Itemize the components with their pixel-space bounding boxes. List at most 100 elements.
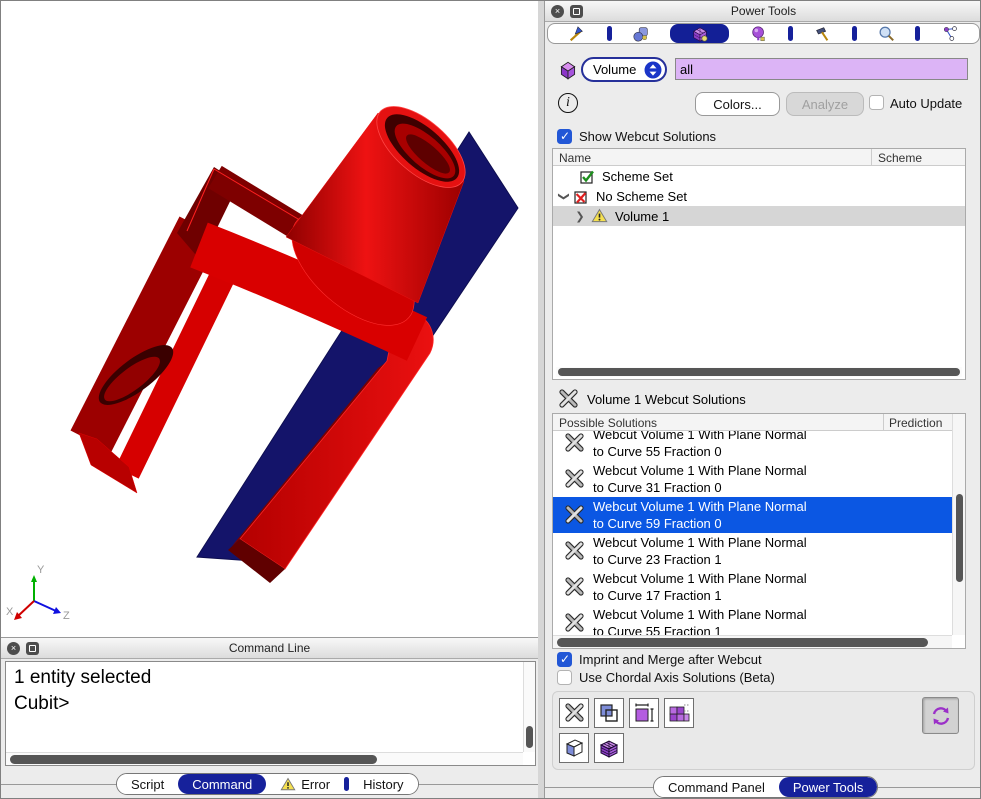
- tab-geometry-wizard[interactable]: [548, 24, 607, 43]
- tree-horizontal-scrollbar[interactable]: [556, 367, 962, 377]
- chordal-axis-label: Use Chordal Axis Solutions (Beta): [579, 670, 775, 685]
- command-line-panel: × Command Line 1 entity selected Cubit> …: [1, 638, 538, 799]
- tab-script[interactable]: Script: [117, 774, 178, 794]
- tab-meshing-tools[interactable]: [670, 24, 729, 43]
- node-graph-icon: [940, 25, 960, 43]
- command-output-line: 1 entity selected: [14, 665, 527, 691]
- warning-icon: [280, 777, 296, 792]
- webcut-solutions-list[interactable]: Possible Solutions Prediction Webcut Vol…: [552, 413, 966, 649]
- cube-face-button[interactable]: [559, 733, 589, 763]
- dropdown-arrows-icon: [644, 61, 662, 79]
- left-column: Y Z X × Command Line 1 entity selected C…: [1, 1, 538, 799]
- imprint-merge-label: Imprint and Merge after Webcut: [579, 652, 762, 667]
- webcut-scissors-icon: [563, 432, 585, 454]
- webcut-scissors-icon: [563, 504, 585, 526]
- show-webcut-checkbox[interactable]: [557, 129, 572, 144]
- no-scheme-cross-icon: [573, 188, 590, 205]
- tab-search-tools[interactable]: [857, 24, 916, 43]
- info-icon[interactable]: i: [558, 93, 578, 113]
- power-tools-tabbar: [547, 23, 980, 44]
- colors-button[interactable]: Colors...: [695, 92, 780, 116]
- show-webcut-row: Show Webcut Solutions: [557, 129, 716, 144]
- tab-error[interactable]: Error: [266, 774, 344, 794]
- solutions-header-row: Volume 1 Webcut Solutions: [557, 388, 746, 410]
- power-tools-titlebar: × Power Tools: [545, 1, 981, 22]
- tree-row-volume-1[interactable]: ❯ Volume 1: [553, 206, 965, 226]
- volume-cube-icon: [557, 59, 579, 81]
- measure-square-icon: [633, 702, 655, 724]
- mesh-cube-icon: [690, 25, 710, 43]
- solution-row[interactable]: Webcut Volume 1 With Plane Normalto Curv…: [553, 431, 952, 461]
- entity-type-dropdown[interactable]: Volume: [581, 57, 667, 82]
- solution-row[interactable]: Webcut Volume 1 With Plane Normalto Curv…: [553, 533, 952, 569]
- voxel-mesh-button[interactable]: [594, 733, 624, 763]
- imprint-merge-row: Imprint and Merge after Webcut: [557, 652, 762, 667]
- solutions-horizontal-scrollbar[interactable]: [553, 635, 952, 648]
- panel-divider[interactable]: [538, 1, 545, 799]
- tree-col-scheme: Scheme: [878, 151, 922, 165]
- webcut-scissors-icon: [563, 576, 585, 598]
- solutions-vertical-scrollbar[interactable]: [952, 414, 965, 635]
- solution-row-selected[interactable]: Webcut Volume 1 With Plane Normalto Curv…: [553, 497, 952, 533]
- command-horizontal-scrollbar[interactable]: [6, 752, 523, 765]
- geometry-icon: [631, 25, 651, 43]
- power-tools-panel: × Power Tools: [545, 1, 981, 799]
- solution-row[interactable]: Webcut Volume 1 With Plane Normalto Curv…: [553, 605, 952, 635]
- power-tools-title: Power Tools: [545, 4, 981, 18]
- solution-row[interactable]: Webcut Volume 1 With Plane Normalto Curv…: [553, 461, 952, 497]
- mesh-preview-button[interactable]: [664, 698, 694, 728]
- auto-update-checkbox[interactable]: [869, 95, 884, 110]
- model-canvas[interactable]: Y Z X: [1, 1, 538, 638]
- webcut-toolbar: [552, 691, 975, 770]
- wizard-wand-icon: [567, 25, 587, 43]
- tab-history[interactable]: History: [349, 774, 417, 794]
- webcut-scissors-icon: [563, 468, 585, 490]
- entity-id-input[interactable]: [675, 58, 968, 80]
- tab-repair-tools[interactable]: [793, 24, 852, 43]
- overlap-squares-icon: [598, 702, 620, 724]
- entity-row: Volume: [545, 55, 981, 85]
- cube-face-icon: [563, 737, 585, 759]
- warning-icon: [591, 208, 608, 224]
- command-vertical-scrollbar[interactable]: [523, 662, 535, 752]
- tree-row-scheme-set[interactable]: Scheme Set: [553, 166, 965, 186]
- tree-row-no-scheme-set[interactable]: ❯ No Scheme Set: [553, 186, 965, 206]
- analyze-button[interactable]: Analyze: [786, 92, 864, 116]
- tab-power-tools[interactable]: Power Tools: [779, 777, 878, 797]
- refresh-solutions-button[interactable]: [922, 697, 959, 734]
- list-col-prediction: Prediction: [889, 416, 942, 430]
- detach-window-icon[interactable]: [26, 642, 39, 655]
- chevron-right-icon[interactable]: ❯: [575, 210, 585, 223]
- close-icon[interactable]: ×: [551, 5, 564, 18]
- imprint-button[interactable]: [594, 698, 624, 728]
- tree-col-name: Name: [559, 151, 591, 165]
- tab-geometry-tools[interactable]: [612, 24, 671, 43]
- tab-command-panel[interactable]: Command Panel: [654, 777, 779, 797]
- command-line-title: Command Line: [1, 641, 538, 655]
- chevron-down-icon[interactable]: ❯: [558, 191, 571, 201]
- webcut-scissors-icon: [563, 540, 585, 562]
- measure-button[interactable]: [629, 698, 659, 728]
- webcut-scissors-icon: [563, 702, 585, 724]
- axis-x-label: X: [6, 606, 14, 618]
- imprint-merge-checkbox[interactable]: [557, 652, 572, 667]
- command-prompt[interactable]: Cubit>: [14, 691, 527, 717]
- tab-command[interactable]: Command: [178, 774, 266, 794]
- scheme-tree[interactable]: Name Scheme Scheme Set ❯ No Scheme Set ❯…: [552, 148, 966, 380]
- show-webcut-label: Show Webcut Solutions: [579, 129, 716, 144]
- hammer-icon: [812, 25, 832, 43]
- webcut-button[interactable]: [559, 698, 589, 728]
- command-output-area[interactable]: 1 entity selected Cubit>: [5, 661, 536, 766]
- cubit-application-window: Y Z X × Command Line 1 entity selected C…: [0, 0, 981, 799]
- auto-update-label: Auto Update: [890, 96, 962, 111]
- graphics-viewport[interactable]: Y Z X: [1, 1, 538, 638]
- solution-row[interactable]: Webcut Volume 1 With Plane Normalto Curv…: [553, 569, 952, 605]
- detach-window-icon[interactable]: [570, 5, 583, 18]
- chordal-axis-checkbox[interactable]: [557, 670, 572, 685]
- chordal-axis-row: Use Chordal Axis Solutions (Beta): [557, 670, 775, 685]
- axis-z-label: Z: [63, 610, 70, 622]
- tab-fea-tools[interactable]: [729, 24, 788, 43]
- stacked-squares-icon: [668, 702, 690, 724]
- close-icon[interactable]: ×: [7, 642, 20, 655]
- tab-graph-tools[interactable]: [920, 24, 979, 43]
